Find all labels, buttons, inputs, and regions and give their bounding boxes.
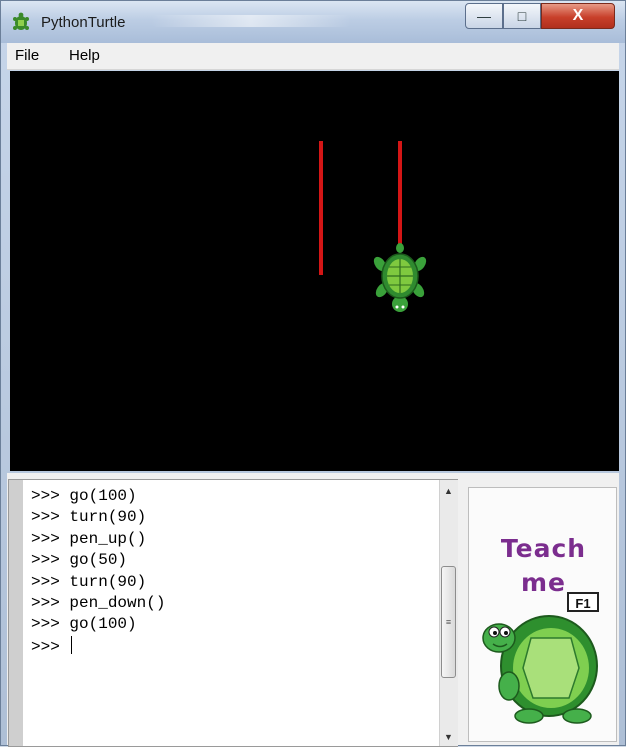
scroll-down-icon[interactable]: ▼ <box>444 732 453 742</box>
console-line: >>> turn(90) <box>31 508 147 527</box>
console-prompt: >>> <box>31 637 70 656</box>
window-title: PythonTurtle <box>41 14 126 31</box>
scroll-up-icon[interactable]: ▲ <box>444 486 453 496</box>
menu-help[interactable]: Help <box>69 47 100 64</box>
turtle-drawing <box>319 141 427 312</box>
shell-console[interactable]: >>> go(100) >>> turn(90) >>> pen_up() >>> g… <box>8 479 458 747</box>
console-line: >>> go(50) <box>31 551 128 570</box>
close-icon: X <box>572 7 584 24</box>
f1-key-badge: F1 <box>567 592 599 612</box>
minimize-icon: — <box>477 8 491 24</box>
console-input-line[interactable]: >>> <box>31 635 165 658</box>
teach-label: Teach <box>500 534 587 563</box>
menu-bar: File Help <box>7 43 619 70</box>
turtle-canvas <box>10 71 619 471</box>
console-scrollbar[interactable]: ▲ ≡ ▼ <box>439 480 458 746</box>
cartoon-turtle-icon <box>482 615 598 724</box>
console-line: >>> turn(90) <box>31 572 147 591</box>
console-line: >>> pen_down() <box>31 594 166 613</box>
console-line: >>> pen_up() <box>31 529 147 548</box>
console-line: >>> go(100) <box>31 487 137 505</box>
title-bar[interactable]: PythonTurtle — □ X <box>1 1 625 43</box>
turtle-icon <box>373 243 427 312</box>
teach-me-button[interactable]: Teach me F1 <box>468 487 617 742</box>
close-button[interactable]: X <box>541 3 615 29</box>
scroll-thumb[interactable]: ≡ <box>441 566 456 678</box>
menu-file[interactable]: File <box>15 47 39 64</box>
app-window: PythonTurtle — □ X File Help >>> go(100)… <box>0 0 626 747</box>
console-line: >>> go(100) <box>31 615 137 634</box>
maximize-icon: □ <box>517 8 527 24</box>
minimize-button[interactable]: — <box>465 3 503 29</box>
console-gutter <box>9 480 23 746</box>
text-caret <box>71 635 73 654</box>
console-output: >>> go(100) >>> turn(90) >>> pen_up() >>> g… <box>31 486 165 658</box>
title-blur <box>151 15 351 27</box>
maximize-button[interactable]: □ <box>503 3 541 29</box>
turtle-app-icon <box>13 12 29 30</box>
